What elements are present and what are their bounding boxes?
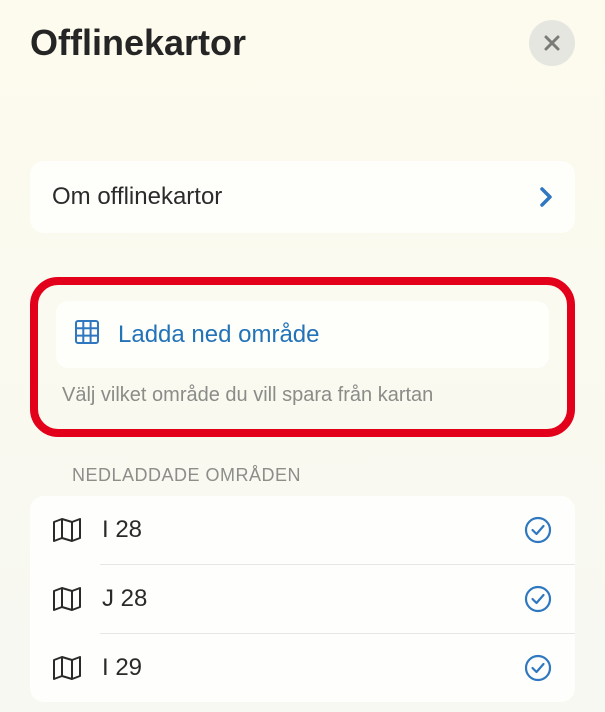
area-name: I 28	[102, 516, 503, 544]
checkmark-circle-icon	[523, 516, 553, 544]
chevron-right-icon	[539, 186, 553, 208]
checkmark-circle-icon	[523, 654, 553, 682]
map-icon	[52, 655, 82, 681]
area-name: I 29	[102, 654, 503, 682]
grid-icon	[74, 319, 100, 350]
close-button[interactable]	[529, 20, 575, 66]
list-item[interactable]: I 29	[30, 634, 575, 702]
list-item[interactable]: I 28	[30, 496, 575, 564]
header: Offlinekartor	[0, 0, 605, 76]
content: Om offlinekartor Ladda ned område Välj	[0, 76, 605, 702]
about-card: Om offlinekartor	[30, 161, 575, 233]
area-name: J 28	[102, 585, 503, 613]
page-title: Offlinekartor	[30, 22, 246, 64]
downloaded-areas-list: I 28 J 28	[30, 496, 575, 702]
downloaded-areas-header: NEDLADDADE OMRÅDEN	[30, 437, 575, 496]
download-label: Ladda ned område	[118, 321, 320, 349]
list-item[interactable]: J 28	[30, 565, 575, 633]
checkmark-circle-icon	[523, 585, 553, 613]
download-hint: Välj vilket område du vill spara från ka…	[56, 368, 549, 411]
about-label: Om offlinekartor	[52, 183, 539, 211]
download-area-button[interactable]: Ladda ned område	[56, 301, 549, 368]
map-icon	[52, 517, 82, 543]
close-icon	[542, 33, 562, 53]
download-highlight: Ladda ned område Välj vilket område du v…	[30, 277, 575, 437]
about-offline-maps-row[interactable]: Om offlinekartor	[30, 161, 575, 233]
map-icon	[52, 586, 82, 612]
